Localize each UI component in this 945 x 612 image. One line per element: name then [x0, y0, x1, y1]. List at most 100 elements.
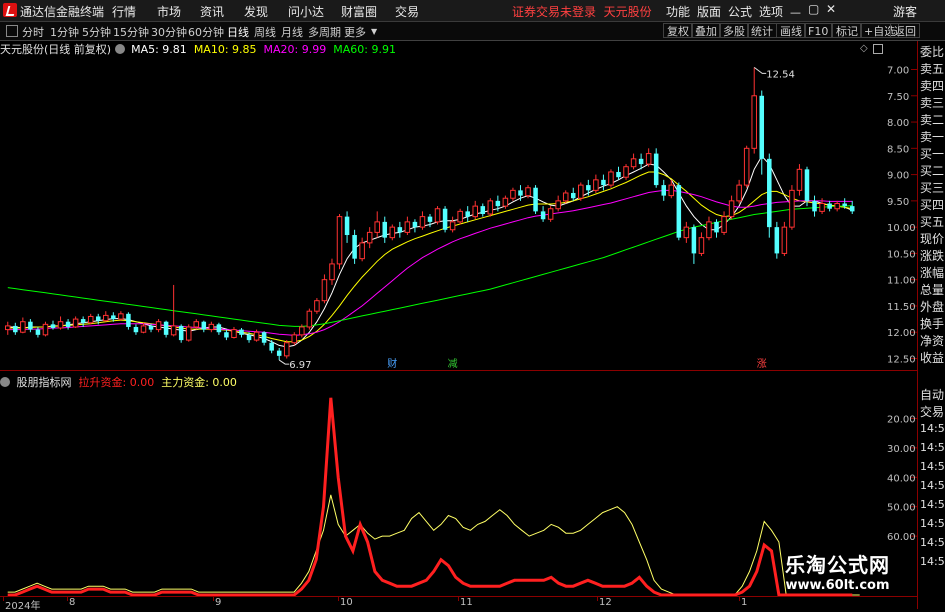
- candlestick-chart[interactable]: 12.50 12.00 11.50 11.00 10.50 10.00 9.50 9.00 8.…: [0, 41, 917, 371]
- candle-body-up: [321, 279, 328, 302]
- candle-body-down: [65, 321, 71, 327]
- y-tick-label: 8.50: [887, 144, 909, 155]
- ma5-label: MA5: 9.81: [131, 43, 187, 56]
- y-tick-label: 9.00: [887, 171, 909, 182]
- candle-body-down: [382, 221, 388, 238]
- high-marker: [753, 67, 767, 74]
- watermark-url: www.60lt.com: [785, 578, 890, 593]
- auto-toggle[interactable]: 自动: [920, 386, 945, 403]
- menu-options[interactable]: 选项: [759, 3, 783, 20]
- minimize-icon[interactable]: —: [790, 6, 801, 19]
- candle-body-up: [728, 200, 735, 218]
- period-daily[interactable]: 日线: [227, 24, 249, 40]
- period-60min[interactable]: 60分钟: [188, 24, 224, 40]
- candle-body-down: [352, 235, 357, 259]
- adjust-button[interactable]: 复权: [663, 23, 693, 38]
- statistics-button[interactable]: 统计: [747, 23, 777, 38]
- candle-body-up: [502, 197, 509, 207]
- candle-body-down: [35, 329, 41, 335]
- x-tick-label: 10: [340, 597, 353, 608]
- menu-function[interactable]: 功能: [666, 3, 690, 20]
- candle-body-up: [721, 216, 727, 233]
- trade-toggle[interactable]: 交易: [920, 403, 945, 420]
- x-tick: [213, 597, 214, 601]
- candle-body-up: [20, 321, 26, 333]
- menu-discover[interactable]: 发现: [244, 3, 268, 20]
- event-marker: 减: [448, 358, 458, 370]
- side-panel-item: 净资: [920, 334, 945, 348]
- menu-market[interactable]: 市场: [157, 3, 181, 20]
- side-panel-item: 买五: [920, 215, 945, 229]
- candle-body-down: [276, 350, 282, 356]
- back-button[interactable]: 返回: [890, 23, 920, 38]
- menu-formula[interactable]: 公式: [728, 3, 752, 20]
- period-toolbar: 分时 1分钟 5分钟 15分钟 30分钟 60分钟 日线 周线 月线 多周期 更…: [0, 22, 945, 41]
- more-dropdown-icon[interactable]: ▼: [371, 27, 377, 36]
- top-menu-bar: 通达信金融终端 行情 市场 资讯 发现 问小达 财富圈 交易 证券交易未登录 天…: [0, 0, 945, 22]
- candle-body-down: [827, 203, 832, 209]
- settings-diamond-icon[interactable]: ◇: [860, 43, 868, 54]
- y-tick-label: 7.50: [887, 92, 909, 103]
- candle-body-down: [714, 221, 719, 233]
- multi-stock-button[interactable]: 多股: [719, 23, 749, 38]
- period-monthly[interactable]: 月线: [281, 24, 303, 40]
- collapse-toggle-icon[interactable]: [6, 25, 18, 37]
- candle-body-down: [533, 187, 538, 212]
- mark-button[interactable]: 标记: [832, 23, 862, 38]
- maximize-icon[interactable]: ▢: [808, 2, 819, 16]
- candle-body-up: [698, 237, 705, 254]
- period-15min[interactable]: 15分钟: [113, 24, 149, 40]
- candle-body-down: [427, 216, 433, 222]
- candle-body-up: [42, 323, 49, 336]
- candle-body-up: [185, 326, 192, 341]
- period-1min[interactable]: 1分钟: [50, 24, 79, 40]
- trade-time: 14:56: [920, 555, 945, 568]
- side-panel-item: 卖五: [920, 62, 945, 76]
- indicator-y-tick-label: 50.00: [887, 503, 916, 514]
- period-multi[interactable]: 多周期: [308, 24, 341, 40]
- high-price-label: 12.54: [766, 69, 795, 80]
- side-panel-item: 换手: [920, 317, 945, 331]
- y-tick-label: 8.00: [887, 118, 909, 129]
- candle-body-up: [623, 166, 629, 178]
- candle-body-up: [706, 221, 712, 239]
- y-tick-label: 7.00: [887, 66, 909, 77]
- indicator-y-tick-label: 20.00: [887, 414, 916, 425]
- period-more[interactable]: 更多: [344, 24, 366, 40]
- menu-layout[interactable]: 版面: [697, 3, 721, 20]
- main-fund-label: 主力资金: 0.00: [161, 376, 237, 389]
- visibility-eye-icon[interactable]: [114, 44, 125, 54]
- menu-news[interactable]: 资讯: [200, 3, 224, 20]
- candle-body-down: [759, 95, 765, 159]
- y-tick-label: 12.00: [887, 328, 916, 339]
- candle-body-down: [570, 192, 576, 199]
- candle-body-down: [178, 325, 184, 341]
- guest-user[interactable]: 游客: [893, 3, 917, 20]
- trade-login-notice[interactable]: 证券交易未登录 天元股份: [512, 3, 652, 20]
- app-title: 通达信金融终端: [20, 5, 105, 19]
- candle-body-up: [87, 315, 94, 324]
- period-weekly[interactable]: 周线: [254, 24, 276, 40]
- candle-body-up: [208, 323, 215, 331]
- indicator-eye-icon[interactable]: [0, 377, 10, 387]
- menu-quotes[interactable]: 行情: [112, 3, 136, 20]
- candle-body-up: [389, 226, 396, 239]
- menu-wealth-circle[interactable]: 财富圈: [341, 3, 377, 20]
- menu-ask-xiaoda[interactable]: 问小达: [288, 3, 324, 20]
- candle-body-down: [842, 203, 847, 207]
- panel-minimize-icon[interactable]: [873, 44, 883, 54]
- candle-body-down: [201, 321, 207, 330]
- trade-time: 14:56: [920, 460, 945, 473]
- candle-body-up: [743, 147, 750, 186]
- period-intraday[interactable]: 分时: [22, 24, 44, 40]
- overlay-button[interactable]: 叠加: [691, 23, 721, 38]
- draw-line-button[interactable]: 画线: [776, 23, 806, 38]
- indicator-y-tick-label: 60.00: [887, 532, 916, 543]
- period-5min[interactable]: 5分钟: [82, 24, 111, 40]
- close-icon[interactable]: ✕: [826, 2, 836, 16]
- f10-button[interactable]: F10: [804, 23, 833, 38]
- period-30min[interactable]: 30分钟: [151, 24, 187, 40]
- trade-time: 14:56: [920, 479, 945, 492]
- y-tick-label: 10.00: [887, 223, 916, 234]
- menu-trade[interactable]: 交易: [395, 3, 419, 20]
